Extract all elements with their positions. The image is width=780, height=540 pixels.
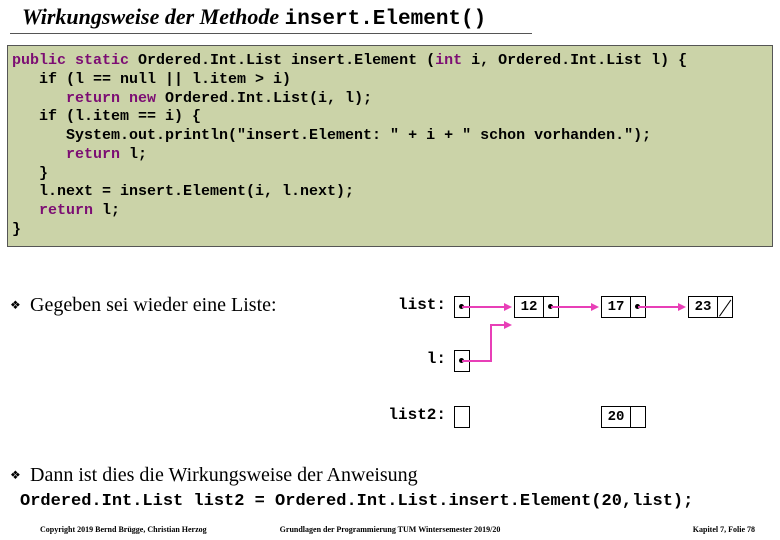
kw: return xyxy=(66,146,120,163)
node-value: 12 xyxy=(514,296,544,318)
arrow-head-icon xyxy=(591,303,599,311)
code-text: l; xyxy=(93,202,120,219)
code-text: if (l == null || l.item > i) xyxy=(12,71,291,88)
kw: return xyxy=(39,202,93,219)
bullet-text: Dann ist dies die Wirkungsweise der Anwe… xyxy=(30,464,418,486)
arrow-line xyxy=(551,306,593,308)
title-prefix: Wirkungsweise der Methode xyxy=(22,4,285,29)
arrow-line xyxy=(638,306,680,308)
code-text: Ordered.Int.List insert.Element ( xyxy=(129,52,435,69)
kw: public static xyxy=(12,52,129,69)
code-text: i, Ordered.Int.List l) { xyxy=(462,52,687,69)
node-value: 23 xyxy=(688,296,718,318)
footer-page-number: Kapitel 7, Folie 78 xyxy=(693,525,755,534)
bullet-item: ❖ Dann ist dies die Wirkungsweise der An… xyxy=(10,464,418,487)
pointer-box xyxy=(454,406,470,428)
label-list2: list2: xyxy=(366,406,446,424)
pointer-box xyxy=(630,406,646,428)
code-text xyxy=(12,146,66,163)
slide-title: Wirkungsweise der Methode insert.Element… xyxy=(22,4,486,31)
code-block: public static Ordered.Int.List insert.El… xyxy=(7,45,773,247)
code-text xyxy=(12,202,39,219)
node-value: 17 xyxy=(601,296,631,318)
code-text: if (l.item == i) { xyxy=(12,108,201,125)
code-text: Ordered.Int.List(i, l); xyxy=(156,90,372,107)
arrow-head-icon xyxy=(504,321,512,329)
arrow-line xyxy=(462,306,506,308)
code-text: l; xyxy=(120,146,147,163)
code-text: System.out.println("insert.Element: " + … xyxy=(12,127,651,144)
code-text: l.next = insert.Element(i, l.next); xyxy=(12,183,354,200)
bullet-item: ❖ Gegeben sei wieder eine Liste: xyxy=(10,294,277,317)
arrow-head-icon xyxy=(678,303,686,311)
arrow-line xyxy=(490,324,492,362)
code-text xyxy=(12,90,66,107)
label-l: l: xyxy=(406,350,446,368)
bullet-text: Gegeben sei wieder eine Liste: xyxy=(30,294,277,316)
code-text: } xyxy=(12,221,21,238)
title-code: insert.Element() xyxy=(285,8,487,31)
kw: int xyxy=(435,52,462,69)
title-underline xyxy=(10,33,532,34)
footer-course: Grundlagen der Programmierung TUM Winter… xyxy=(0,525,780,534)
node-value: 20 xyxy=(601,406,631,428)
slide: Wirkungsweise der Methode insert.Element… xyxy=(0,0,780,540)
code-text: } xyxy=(12,165,48,182)
bullet-marker: ❖ xyxy=(10,298,21,313)
label-list: list: xyxy=(376,296,446,314)
linked-list-diagram: list: l: list2: 12 17 23 xyxy=(376,288,772,458)
arrow-line xyxy=(462,360,492,362)
kw: return new xyxy=(66,90,156,107)
inline-code: Ordered.Int.List list2 = Ordered.Int.Lis… xyxy=(20,492,693,511)
arrow-head-icon xyxy=(504,303,512,311)
bullet-marker: ❖ xyxy=(10,468,21,483)
